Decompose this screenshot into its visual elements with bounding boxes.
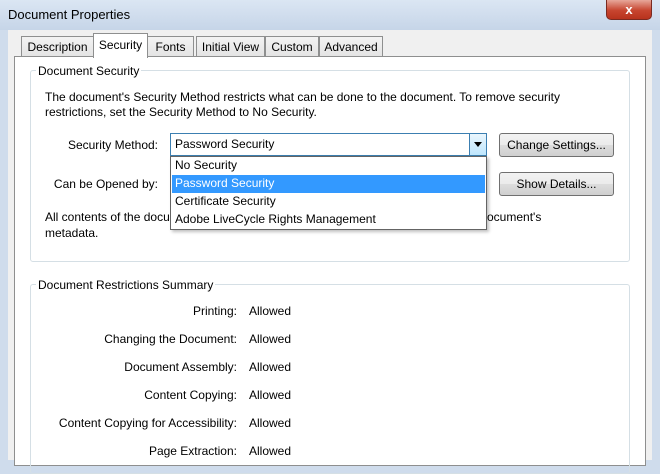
security-description: The document's Security Method restricts… — [45, 90, 560, 119]
close-button[interactable]: x — [606, 0, 652, 20]
security-method-dropdown: No Security Password Security Certificat… — [170, 156, 487, 230]
can-be-opened-by-label: Can be Opened by: — [53, 177, 158, 191]
change-settings-button[interactable]: Change Settings... — [499, 133, 614, 157]
content-copying-accessibility-value: Allowed — [249, 416, 292, 430]
close-icon: x — [625, 2, 633, 17]
security-method-label: Security Method: — [67, 138, 158, 152]
tab-fonts[interactable]: Fonts — [147, 36, 194, 57]
changing-document-label: Changing the Document: — [104, 332, 237, 346]
contents-text-line2: metadata. — [45, 226, 99, 240]
document-security-title: Document Security — [36, 64, 142, 78]
option-no-security[interactable]: No Security — [172, 157, 485, 175]
tab-advanced[interactable]: Advanced — [319, 36, 383, 57]
tab-initial-view[interactable]: Initial View — [196, 36, 265, 57]
restrictions-summary-title: Document Restrictions Summary — [36, 278, 216, 292]
window-title: Document Properties — [8, 7, 131, 22]
document-assembly-label: Document Assembly: — [124, 360, 237, 374]
show-details-button[interactable]: Show Details... — [499, 172, 614, 196]
security-method-value: Password Security — [175, 137, 275, 151]
changing-document-value: Allowed — [249, 332, 292, 346]
option-password-security[interactable]: Password Security — [172, 175, 485, 193]
tab-custom[interactable]: Custom — [265, 36, 319, 57]
contents-text-end: ocument's — [487, 210, 542, 224]
option-certificate-security[interactable]: Certificate Security — [172, 193, 485, 211]
tab-description[interactable]: Description — [21, 36, 94, 57]
printing-value: Allowed — [249, 304, 292, 318]
content-copying-value: Allowed — [249, 388, 292, 402]
content-copying-accessibility-label: Content Copying for Accessibility: — [58, 416, 237, 430]
security-method-select[interactable]: Password Security — [170, 133, 487, 156]
option-adobe-livecycle[interactable]: Adobe LiveCycle Rights Management — [172, 211, 485, 229]
content-copying-label: Content Copying: — [144, 388, 237, 402]
tab-security[interactable]: Security — [93, 33, 148, 58]
printing-label: Printing: — [192, 304, 237, 318]
document-assembly-value: Allowed — [249, 360, 292, 374]
contents-text-start: All contents of the docu — [45, 210, 170, 224]
chevron-down-icon[interactable] — [469, 134, 486, 155]
